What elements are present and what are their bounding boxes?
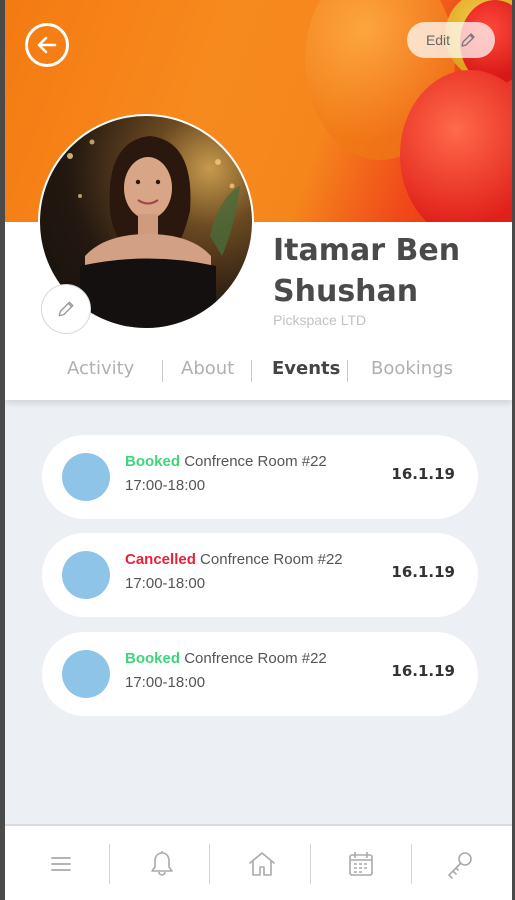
event-status: Cancelled xyxy=(125,551,196,568)
event-status: Booked xyxy=(125,650,181,667)
event-item[interactable]: Booked Confrence Room #22 17:00-18:00 16… xyxy=(42,435,478,519)
event-date: 16.1.19 xyxy=(391,465,455,483)
event-date: 16.1.19 xyxy=(391,563,455,581)
menu-icon xyxy=(50,857,71,871)
nav-notifications[interactable] xyxy=(111,826,212,900)
tab-activity[interactable]: Activity xyxy=(67,354,134,384)
tab-divider xyxy=(347,360,348,382)
event-title: Confrence Room #22 xyxy=(184,650,327,667)
key-icon xyxy=(447,852,472,879)
tab-divider xyxy=(162,360,163,382)
tab-about[interactable]: About xyxy=(181,354,234,384)
profile-tabs: Activity About Events Bookings xyxy=(5,354,512,384)
app-screen: Edit Itamar Ben Shushan Pickspace LTD Ac… xyxy=(5,0,512,900)
edit-profile-button[interactable]: Edit xyxy=(407,22,495,58)
tab-divider xyxy=(251,360,252,382)
edit-label: Edit xyxy=(425,32,451,48)
nav-menu[interactable] xyxy=(10,826,111,900)
event-time: 17:00-18:00 xyxy=(125,674,206,691)
pencil-icon xyxy=(461,33,475,47)
arrow-left-icon xyxy=(37,36,57,54)
profile-name: Itamar Ben Shushan xyxy=(273,233,461,309)
back-button[interactable] xyxy=(25,23,69,67)
event-time: 17:00-18:00 xyxy=(125,477,206,494)
calendar-icon xyxy=(348,852,373,876)
bottom-navigation xyxy=(5,824,512,900)
event-title-line: Booked Confrence Room #22 xyxy=(125,650,327,667)
profile-company: Pickspace LTD xyxy=(273,312,367,328)
nav-home[interactable] xyxy=(211,826,312,900)
event-date: 16.1.19 xyxy=(391,662,455,680)
event-time: 17:00-18:00 xyxy=(125,575,206,592)
nav-divider xyxy=(109,844,110,884)
event-avatar xyxy=(62,551,110,599)
event-item[interactable]: Booked Confrence Room #22 17:00-18:00 16… xyxy=(42,632,478,716)
event-title-line: Cancelled Confrence Room #22 xyxy=(125,551,343,568)
nav-access[interactable] xyxy=(409,826,510,900)
home-icon xyxy=(248,852,275,876)
event-avatar xyxy=(62,650,110,698)
event-status: Booked xyxy=(125,453,181,470)
edit-photo-button[interactable] xyxy=(41,284,91,334)
pencil-icon xyxy=(58,301,74,317)
event-item[interactable]: Cancelled Confrence Room #22 17:00-18:00… xyxy=(42,533,478,617)
nav-divider xyxy=(209,844,210,884)
bell-icon xyxy=(150,851,173,876)
event-title: Confrence Room #22 xyxy=(200,551,343,568)
event-title: Confrence Room #22 xyxy=(184,453,327,470)
event-avatar xyxy=(62,453,110,501)
tab-bookings[interactable]: Bookings xyxy=(371,354,453,384)
event-title-line: Booked Confrence Room #22 xyxy=(125,453,327,470)
tab-events[interactable]: Events xyxy=(272,354,340,384)
nav-calendar[interactable] xyxy=(310,826,411,900)
